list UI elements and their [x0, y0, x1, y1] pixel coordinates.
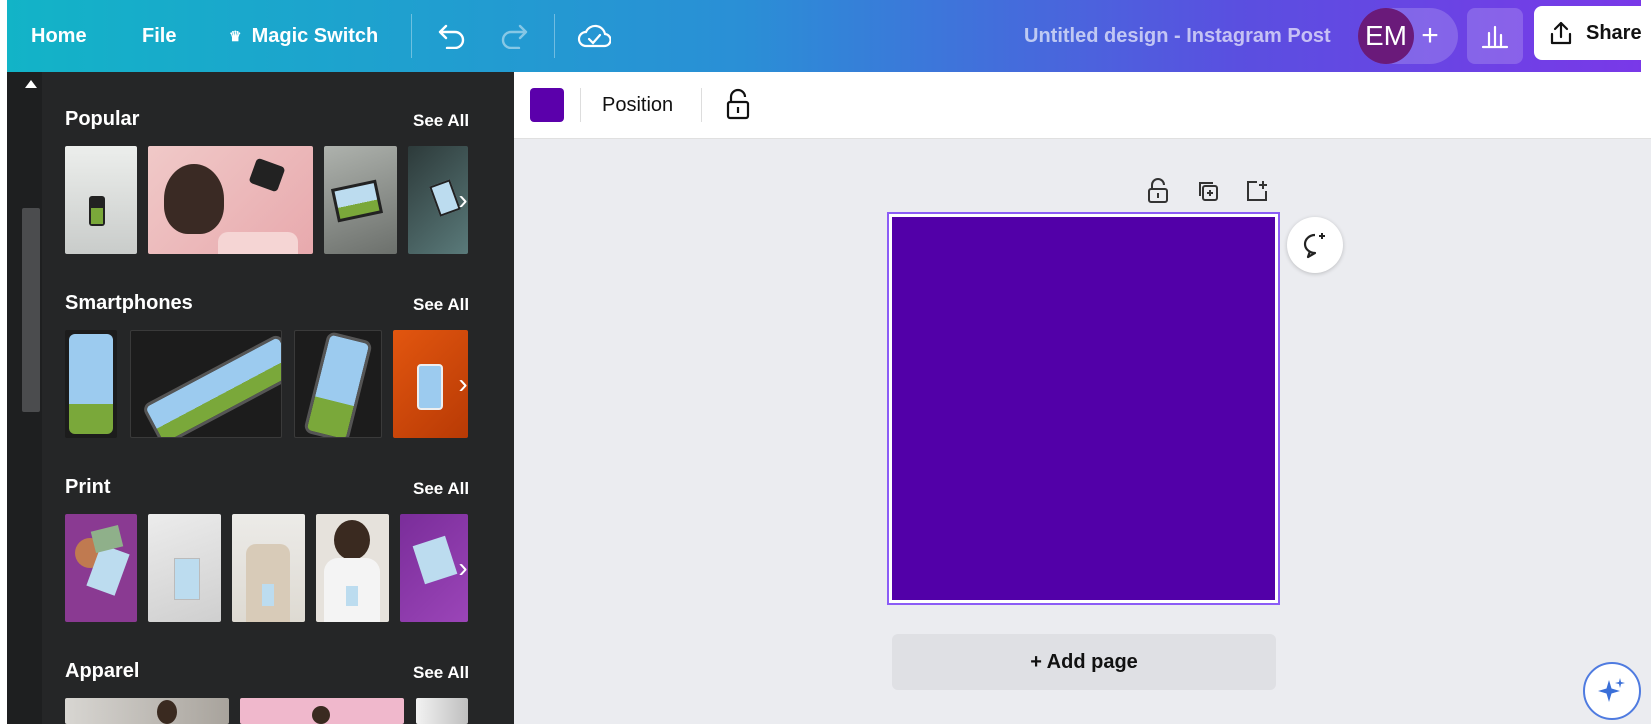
- see-all-smartphones[interactable]: See All: [413, 295, 469, 315]
- comment-plus-icon: [1303, 233, 1325, 259]
- mockup-thumbnail[interactable]: [416, 698, 468, 724]
- undo-button[interactable]: [430, 14, 474, 58]
- mockup-thumbnail[interactable]: [324, 146, 397, 254]
- lock-page-button[interactable]: [1143, 176, 1173, 206]
- divider: [554, 14, 555, 58]
- mockup-thumbnail[interactable]: [65, 698, 229, 724]
- sparkle-icon: [1598, 678, 1625, 702]
- mockup-thumbnail[interactable]: [240, 698, 404, 724]
- add-collaborator-button[interactable]: +: [1408, 8, 1452, 64]
- redo-icon: [501, 24, 528, 49]
- mockup-thumbnail[interactable]: [232, 514, 305, 622]
- magic-switch-button[interactable]: ♛ Magic Switch: [229, 0, 378, 72]
- chevron-right-icon[interactable]: ›: [448, 180, 478, 220]
- duplicate-page-button[interactable]: [1193, 176, 1223, 206]
- file-menu-button[interactable]: File: [142, 0, 176, 72]
- mockup-thumbnail[interactable]: [65, 514, 137, 622]
- crown-icon: ♛: [229, 27, 242, 44]
- mockup-thumbnail[interactable]: [294, 330, 382, 438]
- share-button[interactable]: Share: [1534, 6, 1651, 60]
- chevron-right-icon[interactable]: ›: [448, 548, 478, 588]
- section-title-smartphones: Smartphones: [65, 292, 193, 314]
- redo-button[interactable]: [492, 14, 536, 58]
- magic-switch-label: Magic Switch: [251, 24, 379, 47]
- section-title-print: Print: [65, 476, 111, 498]
- home-button[interactable]: Home: [31, 0, 87, 72]
- duplicate-icon: [1199, 182, 1218, 201]
- mockup-thumbnail[interactable]: [65, 330, 117, 438]
- mockup-thumbnail[interactable]: [316, 514, 389, 622]
- design-page[interactable]: [887, 212, 1280, 605]
- bar-chart-icon: [1481, 25, 1509, 49]
- upload-icon: [1550, 21, 1572, 45]
- avatar[interactable]: EM: [1358, 8, 1414, 64]
- section-title-apparel: Apparel: [65, 660, 140, 682]
- cloud-save-button[interactable]: [572, 14, 616, 58]
- position-button[interactable]: Position: [602, 88, 673, 122]
- scroll-up-arrow-icon[interactable]: [25, 80, 37, 88]
- scrollbar-thumb[interactable]: [22, 208, 40, 412]
- add-page-button[interactable]: + Add page: [892, 634, 1276, 690]
- share-label: Share: [1586, 21, 1642, 44]
- document-title[interactable]: Untitled design - Instagram Post: [1024, 0, 1331, 72]
- section-title-popular: Popular: [65, 108, 140, 130]
- lock-button[interactable]: [720, 86, 756, 122]
- left-edge: [0, 0, 7, 724]
- add-page-icon: [1247, 181, 1267, 201]
- context-toolbar: [514, 72, 1651, 139]
- add-page-button-icon[interactable]: [1242, 176, 1272, 206]
- insights-button[interactable]: [1467, 8, 1523, 64]
- mockup-thumbnail[interactable]: [148, 146, 313, 254]
- see-all-apparel[interactable]: See All: [413, 663, 469, 683]
- divider: [580, 88, 581, 122]
- chevron-right-icon[interactable]: ›: [448, 364, 478, 404]
- purple-background-element[interactable]: [892, 217, 1275, 600]
- unlock-icon: [1148, 178, 1168, 203]
- see-all-print[interactable]: See All: [413, 479, 469, 499]
- divider: [701, 88, 702, 122]
- undo-icon: [438, 24, 465, 49]
- divider: [411, 14, 412, 58]
- add-comment-button[interactable]: [1287, 217, 1343, 273]
- mockup-thumbnail[interactable]: [148, 514, 221, 622]
- fill-color-swatch[interactable]: [530, 88, 564, 122]
- cloud-check-icon: [577, 24, 611, 48]
- see-all-popular[interactable]: See All: [413, 111, 469, 131]
- mockup-thumbnail[interactable]: [130, 330, 282, 438]
- magic-assistant-button[interactable]: [1583, 662, 1641, 720]
- mockup-thumbnail[interactable]: [65, 146, 137, 254]
- unlock-icon: [726, 88, 750, 120]
